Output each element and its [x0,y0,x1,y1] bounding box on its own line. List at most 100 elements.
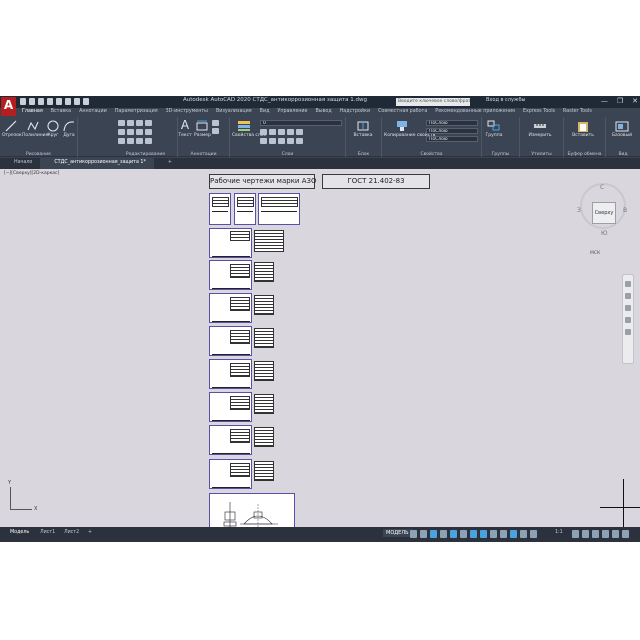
steering-wheel-icon[interactable] [625,281,631,287]
layer-iso-icon[interactable] [296,129,303,135]
layer-previous-icon[interactable] [260,138,267,144]
app-menu-button[interactable]: A [1,97,16,116]
compass-east[interactable]: В [623,207,627,214]
model-space-button[interactable]: МОДЕЛЬ [383,529,412,537]
layer-match-icon[interactable] [287,129,294,135]
wcs-menu[interactable]: МСК [590,251,600,256]
scale-icon[interactable] [127,138,134,144]
menu-tab[interactable]: Параметризация [111,108,162,117]
arc-tool[interactable]: Дуга [62,120,76,138]
file-tab[interactable]: Начало [0,158,40,169]
layer-freeze-icon[interactable] [269,129,276,135]
viewcube[interactable]: Сверху [592,202,616,224]
base-view-tool[interactable]: Базовый [608,120,636,138]
orbit-icon[interactable] [625,317,631,323]
add-layout-button[interactable]: + [88,530,92,535]
minimize-button[interactable]: — [601,97,608,105]
measure-tool[interactable]: Измерить [526,120,554,138]
undo-icon[interactable] [74,98,80,105]
showmotion-icon[interactable] [625,329,631,335]
snap-icon[interactable] [420,530,427,538]
copy-icon[interactable] [118,129,125,135]
compass-west[interactable]: З [577,207,581,214]
close-button[interactable]: ✕ [632,97,638,105]
polyline-tool[interactable]: Полилиния [22,120,48,138]
selection-cycling-icon[interactable] [500,530,507,538]
offset-icon[interactable] [145,138,152,144]
leader-icon[interactable] [212,120,219,126]
layout-tab-sheet2[interactable]: Лист2 [64,530,79,535]
annotation-visibility-icon[interactable] [510,530,517,538]
open-file-icon[interactable] [29,98,35,105]
menu-tab[interactable]: Визуализация [212,108,256,117]
drawing-area[interactable]: [−][Сверху][2D-каркас] Рабочие чертежи м… [0,169,640,527]
fillet-icon[interactable] [136,129,143,135]
transparency-icon[interactable] [490,530,497,538]
menu-tab[interactable]: 3D-инструменты [162,108,212,117]
zoom-icon[interactable] [625,305,631,311]
layout-tab-sheet1[interactable]: Лист1 [40,530,55,535]
array-icon[interactable] [136,138,143,144]
line-tool[interactable]: Отрезок [2,120,22,138]
menu-tab[interactable]: Вставка [47,108,75,117]
circle-tool[interactable]: Круг [46,120,60,138]
save-as-icon[interactable] [47,98,53,105]
new-file-tab-button[interactable]: + [154,158,180,169]
layer-dropdown[interactable]: 0 [260,120,342,126]
erase-icon[interactable] [145,120,152,126]
group-tool[interactable]: Группа [484,120,504,138]
new-file-icon[interactable] [20,98,26,105]
menu-tab[interactable]: Вид [256,108,274,117]
layer-delete-icon[interactable] [287,138,294,144]
isolate-objects-icon[interactable] [602,530,609,538]
layer-walk-icon[interactable] [269,138,276,144]
file-tab[interactable]: СТДС_антикоррозионная_защита 1* [40,158,154,169]
signin-link[interactable]: Вход в службы [486,97,525,103]
mirror-icon[interactable] [127,129,134,135]
menu-tab[interactable]: Совместная работа [374,108,431,117]
layer-merge-icon[interactable] [278,138,285,144]
polar-icon[interactable] [440,530,447,538]
menu-tab[interactable]: Надстройки [336,108,374,117]
viewport-controls[interactable]: [−][Сверху][2D-каркас] [4,171,59,176]
annotation-scale[interactable]: 1:1 [555,530,563,535]
customization-icon[interactable] [622,530,629,538]
clean-screen-icon[interactable] [612,530,619,538]
osnap-icon[interactable] [470,530,477,538]
search-input[interactable]: Введите ключевое слово/фразу [396,98,470,106]
pan-icon[interactable] [625,293,631,299]
trim-icon[interactable] [136,120,143,126]
layout-tab-model[interactable]: Модель [10,530,29,535]
menu-tab[interactable]: Аннотации [75,108,111,117]
insert-block-tool[interactable]: Вставка [348,120,378,138]
menu-tab[interactable]: Вывод [311,108,335,117]
explode-icon[interactable] [145,129,152,135]
layer-on-icon[interactable] [260,129,267,135]
paste-tool[interactable]: Вставить [568,120,598,138]
osnap-track-icon[interactable] [460,530,467,538]
compass-north[interactable]: С [600,184,604,191]
layer-properties-tool[interactable]: Свойства слоя [232,120,266,138]
dimension-tool[interactable]: Размер [194,120,211,138]
grid-icon[interactable] [410,530,417,538]
lineweight-dropdown[interactable]: ПоСлою [426,136,478,142]
text-tool[interactable]: A Текст [178,119,192,139]
stretch-icon[interactable] [118,138,125,144]
menu-tab[interactable]: Управление [273,108,311,117]
annotation-scale-icon[interactable] [530,530,537,538]
layer-state-icon[interactable] [296,138,303,144]
match-properties-tool[interactable]: Копирование свойств [384,120,435,138]
table-icon[interactable] [212,128,219,134]
maximize-button[interactable]: ❐ [617,97,623,105]
linetype-dropdown[interactable]: ПоСлою [426,128,478,134]
save-icon[interactable] [38,98,44,105]
autoscale-icon[interactable] [520,530,527,538]
compass-south[interactable]: Ю [601,230,607,237]
annotation-monitor-icon[interactable] [582,530,589,538]
plot-icon[interactable] [65,98,71,105]
workspace-icon[interactable] [572,530,579,538]
move-icon[interactable] [118,120,125,126]
color-dropdown[interactable]: ПоСлою [426,120,478,126]
ortho-icon[interactable] [430,530,437,538]
rotate-icon[interactable] [127,120,134,126]
